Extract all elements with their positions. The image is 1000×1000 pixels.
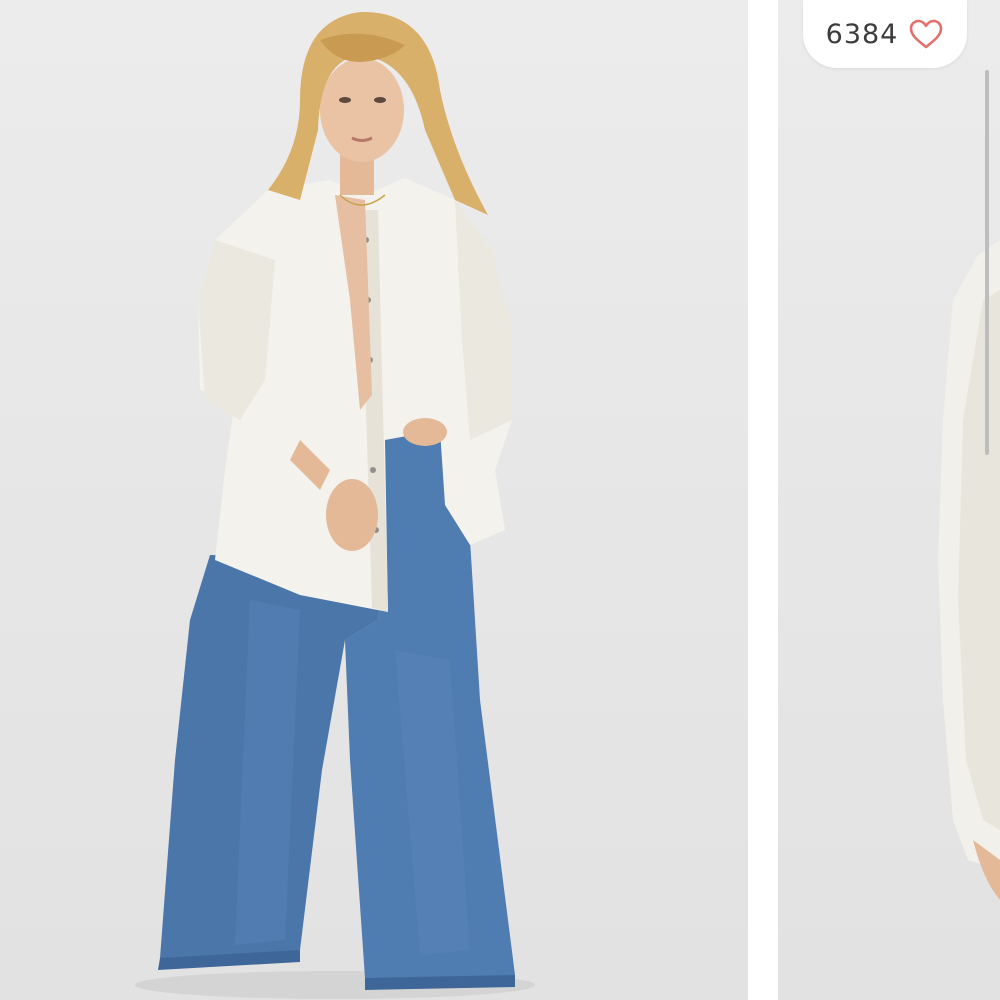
like-button[interactable]: 6384 bbox=[803, 0, 967, 68]
heart-outline-icon bbox=[910, 19, 943, 49]
like-count: 6384 bbox=[825, 18, 899, 50]
product-photo-main[interactable] bbox=[0, 0, 748, 1000]
model-sleeve-illustration bbox=[938, 240, 1000, 900]
product-image-gallery[interactable]: 6384 bbox=[0, 0, 1000, 1000]
scrollbar[interactable] bbox=[985, 70, 989, 455]
product-photo-next[interactable] bbox=[778, 0, 1000, 1000]
model-illustration bbox=[135, 11, 535, 999]
